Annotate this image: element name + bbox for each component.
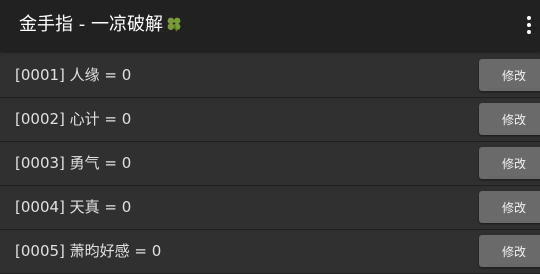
modify-button[interactable]: 修改 [479, 59, 540, 91]
app-title-container: 金手指 - 一凉破解 [19, 13, 183, 37]
overflow-menu-button[interactable] [522, 12, 536, 38]
list-item: [0002] 心计 = 0 修改 [0, 98, 540, 142]
list-item: [0005] 萧昀好感 = 0 修改 [0, 230, 540, 274]
cheat-label: [0003] 勇气 = 0 [15, 154, 132, 172]
cheat-label: [0004] 天真 = 0 [15, 198, 132, 216]
modify-button[interactable]: 修改 [479, 147, 540, 179]
cheat-label: [0002] 心计 = 0 [15, 110, 132, 128]
list-item: [0004] 天真 = 0 修改 [0, 186, 540, 230]
list-item: [0003] 勇气 = 0 修改 [0, 142, 540, 186]
modify-button[interactable]: 修改 [479, 191, 540, 223]
app-bar: 金手指 - 一凉破解 [0, 0, 540, 51]
overflow-menu-icon [527, 16, 531, 20]
four-leaf-clover-icon [167, 17, 181, 32]
modify-button[interactable]: 修改 [479, 103, 540, 135]
cheat-list: [0001] 人缘 = 0 修改 [0002] 心计 = 0 修改 [0003]… [0, 54, 540, 274]
cheat-label: [0001] 人缘 = 0 [15, 66, 132, 84]
app-title: 金手指 - 一凉破解 [19, 14, 163, 35]
modify-button[interactable]: 修改 [479, 235, 540, 267]
list-item: [0001] 人缘 = 0 修改 [0, 54, 540, 98]
cheat-label: [0005] 萧昀好感 = 0 [15, 242, 162, 260]
